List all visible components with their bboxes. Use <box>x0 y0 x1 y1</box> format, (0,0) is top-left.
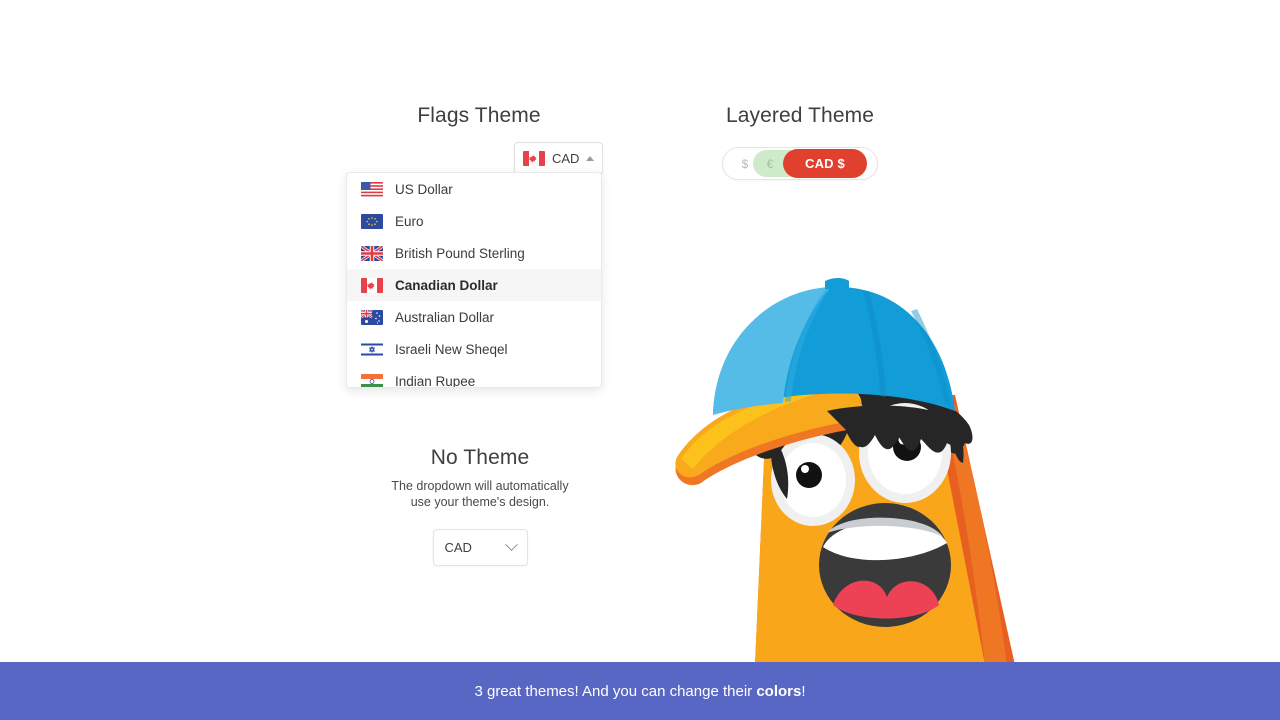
mascot-right-eye-inner <box>868 412 942 494</box>
mascot-cap-seam-1 <box>785 287 831 402</box>
menu-item-label: British Pound Sterling <box>395 245 525 261</box>
no-theme-currency-select[interactable]: CAD <box>432 529 528 566</box>
layered-theme-title: Layered Theme <box>725 104 874 127</box>
banner-text-after: ! <box>801 682 806 700</box>
mascot-cap-brim-highlight <box>681 391 827 469</box>
mascot-cap-button <box>825 278 849 289</box>
banner-text-before: 3 great themes! And you can change their <box>474 682 757 700</box>
mascot-cap-crown-light <box>713 287 831 415</box>
menu-item-label: Israeli New Sheqel <box>395 341 508 357</box>
mascot-cap-brim-shadow <box>675 392 864 486</box>
no-theme-select-value: CAD <box>444 540 472 555</box>
layered-option-cad[interactable]: CAD $ <box>783 149 867 178</box>
mascot-right-glint <box>898 435 908 445</box>
caret-up-icon <box>586 156 595 161</box>
menu-item-british-pound-sterling[interactable]: British Pound Sterling <box>347 237 601 269</box>
mascot-left-eye-white <box>771 434 855 526</box>
flag-il-icon <box>361 341 383 357</box>
flags-currency-trigger[interactable]: CAD <box>514 142 603 175</box>
mascot-left-glint <box>801 465 809 473</box>
mascot-cap-seam-3 <box>911 309 951 405</box>
flag-in-icon <box>361 373 383 387</box>
surprised-orange-mascot <box>675 278 1015 665</box>
mascot-upper-lip-shade <box>827 517 943 537</box>
flags-trigger-label: CAD <box>552 151 580 166</box>
mascot-hair-side <box>952 419 964 463</box>
layered-currency-switch[interactable]: $ € CAD $ £ <box>722 147 878 180</box>
banner-text-highlight: colors <box>756 682 802 700</box>
layered-theme-section: Layered Theme $ € CAD $ £ <box>690 104 910 180</box>
mascot-right-pupil <box>893 433 921 461</box>
flags-currency-menu[interactable]: US Dollar Euro British Pound Sterling Ca… <box>346 172 602 388</box>
mascot-hair <box>751 387 973 459</box>
flags-theme-title: Flags Theme <box>417 104 541 127</box>
mascot-cap-crown <box>713 286 955 415</box>
menu-item-label: Australian Dollar <box>395 309 495 325</box>
flag-gb-icon <box>361 245 383 261</box>
mascot-body <box>755 393 985 665</box>
mascot-mouth <box>819 503 951 627</box>
menu-item-israeli-new-sheqel[interactable]: Israeli New Sheqel <box>347 333 601 365</box>
no-theme-subtitle: The dropdown will automatically use your… <box>391 479 569 509</box>
mascot-body-edge <box>943 405 1007 665</box>
flag-au-icon <box>361 309 383 325</box>
menu-item-label: Euro <box>395 213 424 229</box>
flag-eu-icon <box>361 213 383 229</box>
flag-ca-icon <box>361 277 383 293</box>
chevron-down-icon <box>504 538 518 552</box>
mascot-tongue <box>833 580 939 619</box>
page-root: Flags Theme CAD US Dollar Euro British P… <box>0 0 1280 720</box>
footer-banner: 3 great themes! And you can change their… <box>0 662 1280 720</box>
menu-item-australian-dollar[interactable]: Australian Dollar <box>347 301 601 333</box>
flag-ca-icon <box>523 151 545 166</box>
mascot-hair-front <box>827 405 962 453</box>
menu-item-indian-rupee[interactable]: Indian Rupee <box>347 365 601 388</box>
mascot-cap-brim <box>675 386 862 478</box>
layered-option-eur-label: € <box>766 156 774 171</box>
no-theme-title: No Theme <box>430 446 530 469</box>
menu-item-label: US Dollar <box>395 181 453 197</box>
mascot-left-pupil <box>796 462 822 488</box>
menu-item-canadian-dollar[interactable]: Canadian Dollar <box>347 269 601 301</box>
mascot-cap-seam-2 <box>863 291 886 397</box>
no-theme-section: No Theme The dropdown will automatically… <box>340 446 620 566</box>
footer-banner-text: 3 great themes! And you can change their… <box>474 683 805 700</box>
mascot-teeth <box>823 520 947 561</box>
flags-theme-section: Flags Theme CAD <box>346 104 612 175</box>
menu-item-us-dollar[interactable]: US Dollar <box>347 173 601 205</box>
mascot-right-eye-white <box>859 403 951 503</box>
menu-item-euro[interactable]: Euro <box>347 205 601 237</box>
mascot-left-bang <box>770 437 789 499</box>
menu-item-label: Indian Rupee <box>395 373 476 388</box>
mascot-body-shadow <box>755 393 1015 665</box>
flag-us-icon <box>361 181 383 197</box>
mascot-left-eye-inner <box>780 443 846 517</box>
menu-item-label: Canadian Dollar <box>395 277 498 293</box>
